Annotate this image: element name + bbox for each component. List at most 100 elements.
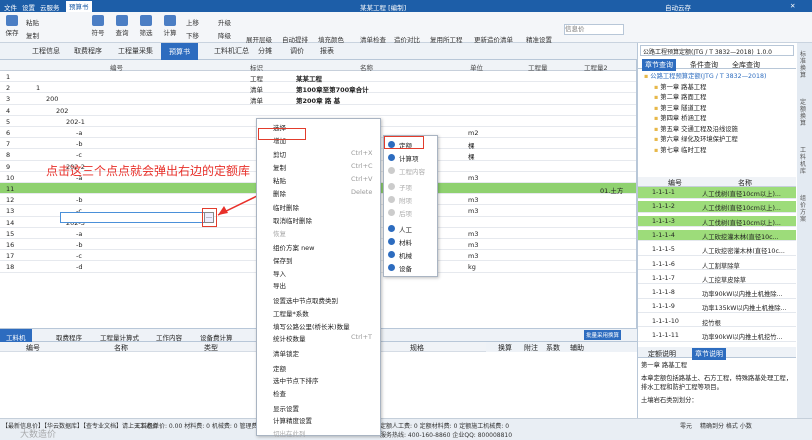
quota-library-select[interactable]: 公路工程预算定额(JTG / T 3832—2018)_1.0.0 bbox=[640, 45, 794, 56]
chapter-tree-item[interactable]: ▪ 第七章 临时工程 bbox=[638, 145, 796, 155]
menu-settings[interactable]: 设置 bbox=[22, 2, 35, 12]
context-menu-item[interactable]: 工程量*系数 bbox=[257, 306, 380, 318]
context-menu-item[interactable]: 删除 Delete bbox=[257, 186, 380, 198]
context-menu-item[interactable]: 临时删除 bbox=[257, 200, 380, 212]
info-price-search[interactable] bbox=[564, 24, 624, 35]
tab-fee[interactable]: 取费程序 bbox=[56, 332, 82, 342]
level-down-button[interactable]: 降级 bbox=[218, 30, 231, 40]
context-menu-item[interactable]: 检查 bbox=[257, 386, 380, 398]
submenu-item[interactable]: 材料 bbox=[384, 235, 437, 247]
tab-report[interactable]: 报表 bbox=[320, 46, 334, 56]
context-menu-item[interactable]: 统计校数量 Ctrl+T bbox=[257, 331, 380, 343]
chapter-tree-item[interactable]: ▪ 公路工程预算定额(JTG / T 3832—2018) bbox=[638, 71, 796, 81]
menu-budget[interactable]: 预算书 bbox=[66, 1, 92, 12]
tab-budget[interactable]: 预算书 bbox=[161, 43, 198, 60]
quota-row[interactable]: 1-1-1-3 人工伐树(直径10cm以上)... bbox=[638, 215, 796, 228]
row-number: 12 bbox=[6, 196, 15, 205]
tab-fee-program[interactable]: 取费程序 bbox=[74, 46, 102, 56]
tab-formula[interactable]: 工程量计算式 bbox=[100, 332, 139, 342]
chapter-label: 第三章 隧道工程 bbox=[660, 104, 707, 112]
vtab-quota-convert[interactable]: 定额换算 bbox=[800, 99, 809, 127]
status-precision[interactable]: 精确到分 格式 小数 bbox=[700, 421, 752, 430]
table-row[interactable]: 2 1 清单 第100章至第700章合计 bbox=[0, 82, 636, 94]
close-icon[interactable]: ✕ bbox=[790, 2, 795, 10]
symbol-button[interactable]: 符号 bbox=[86, 14, 110, 37]
tab-factor[interactable]: 系数 bbox=[546, 343, 560, 353]
vtab-material-lib[interactable]: 工料机库 bbox=[800, 147, 809, 175]
tab-convert[interactable]: 换算 bbox=[498, 343, 512, 353]
tab-condition-search[interactable]: 条件查询 bbox=[690, 60, 718, 70]
submenu-item-label: 计算项 bbox=[399, 155, 419, 163]
batch-convert-button[interactable]: 批量采用换算 bbox=[584, 330, 622, 340]
quota-row[interactable]: 1-1-1-8 功率90kW以内推土机推除... bbox=[638, 287, 796, 299]
move-down-button[interactable]: 下移 bbox=[186, 30, 199, 40]
context-menu-item[interactable]: 取消临时删除 bbox=[257, 213, 380, 225]
tab-chapter-search[interactable]: 章节查询 bbox=[642, 59, 676, 71]
context-menu-item[interactable]: 粘贴 Ctrl+V bbox=[257, 173, 380, 185]
move-up-button[interactable]: 上移 bbox=[186, 17, 199, 27]
quota-row[interactable]: 1-1-1-11 功率90kW以内推土机挖竹... bbox=[638, 330, 796, 342]
chapter-tree-item[interactable]: ▪ 第六章 绿化及环境保护工程 bbox=[638, 134, 796, 144]
context-menu-item[interactable]: 导出 bbox=[257, 278, 380, 290]
context-menu-item[interactable]: 复制 Ctrl+C bbox=[257, 160, 380, 172]
tab-equipment[interactable]: 设备费计算 bbox=[200, 332, 233, 342]
tab-adjust[interactable]: 调价 bbox=[290, 46, 304, 56]
submenu-item[interactable]: 设备 bbox=[384, 261, 437, 273]
tab-summary[interactable]: 工料机汇总 bbox=[214, 46, 249, 56]
context-menu-item[interactable]: 清单锁定 bbox=[257, 346, 380, 358]
level-up-button[interactable]: 升级 bbox=[218, 17, 231, 27]
quota-row[interactable]: 1-1-1-4 人工砍挖灌木林(直径10c... bbox=[638, 229, 796, 242]
code-edit-cell[interactable] bbox=[60, 212, 205, 223]
tab-labor-material[interactable]: 工料机 bbox=[0, 329, 32, 342]
vtab-pricing-plan[interactable]: 组价方案 bbox=[800, 195, 809, 223]
context-menu-item[interactable]: 填写公路公里(桥长米)数量 bbox=[257, 319, 380, 331]
chapter-tree-item[interactable]: ▪ 第二章 路面工程 bbox=[638, 92, 796, 102]
menu-file[interactable]: 文件 bbox=[4, 2, 17, 12]
quota-row[interactable]: 1-1-1-6 人工割草除草 bbox=[638, 259, 796, 270]
context-menu-item[interactable]: 组价方案 new bbox=[257, 240, 380, 252]
tab-full-search[interactable]: 全库查询 bbox=[732, 60, 760, 70]
quota-row[interactable]: 1-1-1-2 人工伐树(直径10cm以上)... bbox=[638, 201, 796, 213]
context-menu-item[interactable]: 计算精度设置 bbox=[257, 413, 380, 425]
calc-button[interactable]: 计算 bbox=[158, 14, 182, 37]
filter-button[interactable]: 筛选 bbox=[134, 14, 158, 37]
context-menu-item[interactable]: 选中节点下排序 bbox=[257, 373, 380, 385]
quota-row[interactable]: 1-1-1-7 人工挖草皮除草 bbox=[638, 273, 796, 285]
submenu-item[interactable]: 计算项 bbox=[384, 151, 437, 163]
copy-button[interactable]: 复制 bbox=[26, 30, 39, 40]
context-menu-item[interactable]: 设置选中节点取费类别 bbox=[257, 293, 380, 305]
quota-row[interactable]: 1-1-1-1 人工伐树(直径10cm以上)... bbox=[638, 187, 796, 199]
tab-quota-desc[interactable]: 定额说明 bbox=[648, 349, 676, 359]
table-row[interactable]: 3 200 清单 第200章 路 基 bbox=[0, 93, 636, 105]
context-menu-item[interactable]: 剪切 Ctrl+X bbox=[257, 147, 380, 159]
submenu-item[interactable]: 人工 bbox=[384, 222, 437, 234]
context-menu-item[interactable]: 定额 bbox=[257, 361, 380, 373]
quota-row[interactable]: 1-1-1-5 人工砍挖密灌木林(直径10c... bbox=[638, 244, 796, 256]
tab-chapter-desc[interactable]: 章节说明 bbox=[692, 348, 726, 360]
menu-cloud[interactable]: 云服务 bbox=[40, 2, 60, 12]
query-button[interactable]: 查询 bbox=[110, 14, 134, 37]
table-row[interactable]: 1 工程 某某工程 bbox=[0, 71, 636, 83]
save-button[interactable]: 保存 bbox=[0, 14, 24, 37]
paste-button[interactable]: 粘贴 bbox=[26, 17, 39, 27]
quota-row[interactable]: 1-1-1-9 功率135kW以内推土机推除... bbox=[638, 301, 796, 313]
tab-notes[interactable]: 附注 bbox=[524, 343, 538, 353]
tab-quantity[interactable]: 工程量采集 bbox=[118, 46, 153, 56]
chapter-tree-item[interactable]: ▪ 第五章 交通工程及沿线设施 bbox=[638, 124, 796, 134]
row-code: -a bbox=[76, 129, 83, 137]
chapter-tree-item[interactable]: ▪ 第一章 路基工程 bbox=[638, 82, 796, 92]
context-menu-item[interactable]: 显示设置 bbox=[257, 401, 380, 413]
grid-header: 编号 标识 名称 单位 工程量 工程量2 bbox=[0, 60, 636, 72]
table-row[interactable]: 4 202 bbox=[0, 105, 636, 116]
tab-aux[interactable]: 辅助 bbox=[570, 343, 584, 353]
quota-row[interactable]: 1-1-1-10 挖竹根 bbox=[638, 316, 796, 328]
submenu-item[interactable]: 机械 bbox=[384, 248, 437, 260]
context-menu-item[interactable]: 导入 bbox=[257, 266, 380, 278]
tab-allocate[interactable]: 分摊 bbox=[258, 46, 272, 56]
vtab-standard[interactable]: 标准换算 bbox=[800, 51, 809, 79]
context-menu-item[interactable]: 保存到 bbox=[257, 253, 380, 265]
chapter-tree-item[interactable]: ▪ 第三章 隧道工程 bbox=[638, 103, 796, 113]
tab-work-content[interactable]: 工作内容 bbox=[156, 332, 182, 342]
chapter-tree-item[interactable]: ▪ 第四章 桥涵工程 bbox=[638, 113, 796, 123]
tab-project-info[interactable]: 工程信息 bbox=[32, 46, 60, 56]
